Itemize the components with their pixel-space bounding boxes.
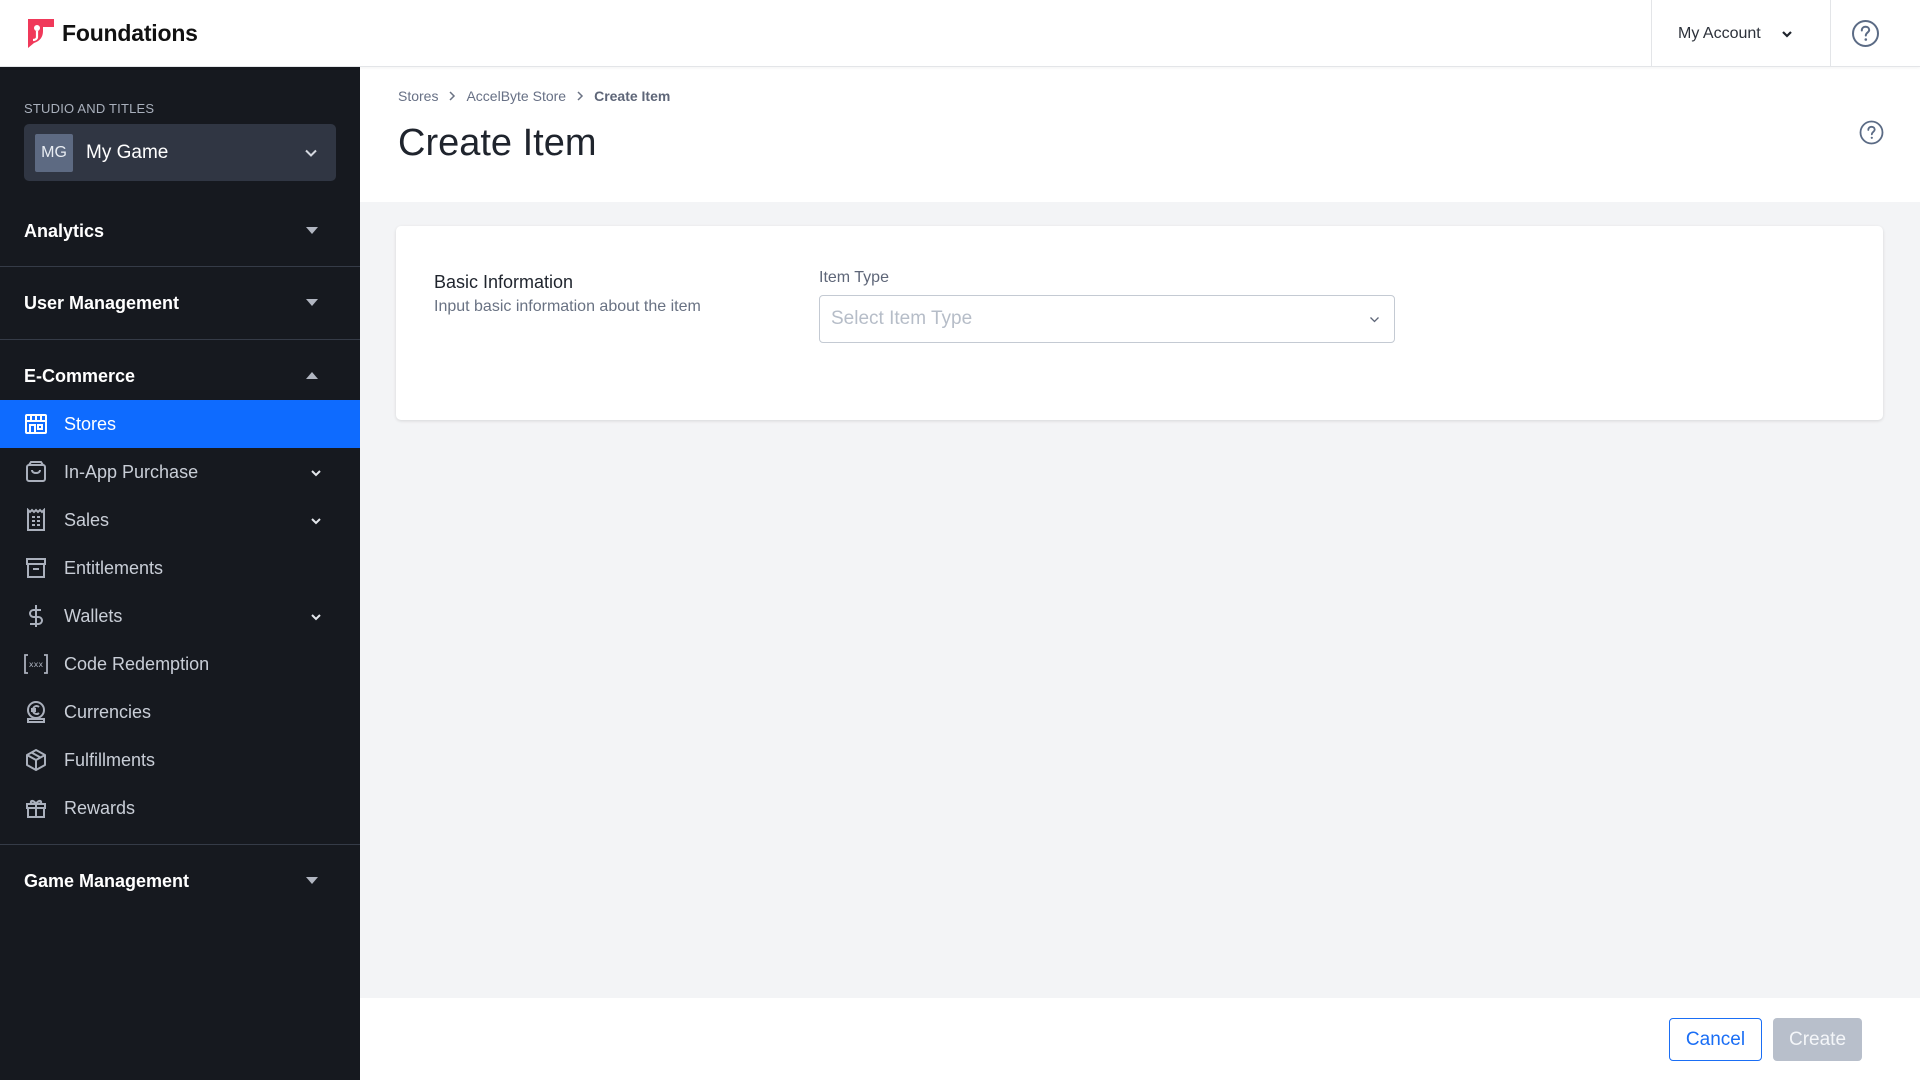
create-button[interactable]: Create xyxy=(1773,1018,1862,1061)
form-footer: Cancel Create xyxy=(360,998,1920,1080)
studio-title-selector[interactable]: MG My Game xyxy=(24,124,336,181)
top-bar: Foundations My Account xyxy=(0,0,1920,67)
nav-group-user-management[interactable]: User Management xyxy=(0,267,360,339)
sidebar-item-entitlements[interactable]: Entitlements xyxy=(0,544,360,592)
sidebar-item-label: Fulfillments xyxy=(64,749,156,770)
sidebar-item-label: Rewards xyxy=(64,797,136,818)
shopping-bag-icon xyxy=(26,461,46,482)
nav-group-game-management[interactable]: Game Management xyxy=(0,845,360,917)
basic-information-card: Basic Information Input basic informatio… xyxy=(396,226,1883,420)
box-icon xyxy=(26,749,46,771)
item-type-select[interactable]: Select Item Type xyxy=(819,295,1395,343)
breadcrumb-accelbyte-store[interactable]: AccelByte Store xyxy=(466,88,566,104)
chevron-down-icon xyxy=(1781,30,1792,38)
section-description: Input basic information about the item xyxy=(434,298,701,315)
studio-avatar: MG xyxy=(35,133,73,172)
sidebar-item-label: Code Redemption xyxy=(64,653,210,674)
my-account-label: My Account xyxy=(1678,24,1761,42)
foundations-logo-icon xyxy=(28,19,54,48)
caret-up-icon xyxy=(306,372,318,379)
sidebar-item-label: Currencies xyxy=(64,701,152,722)
studio-section-label: STUDIO AND TITLES xyxy=(24,101,155,116)
sidebar-item-label: Stores xyxy=(64,413,117,434)
gift-icon xyxy=(26,799,46,818)
page-header: Stores AccelByte Store Create Item Creat… xyxy=(360,67,1920,202)
sidebar-item-label: Entitlements xyxy=(64,557,164,578)
nav-group-label: E-Commerce xyxy=(24,365,136,386)
caret-down-icon xyxy=(306,877,318,884)
item-type-placeholder: Select Item Type xyxy=(831,308,973,329)
archive-icon xyxy=(26,558,46,578)
brand-name: Foundations xyxy=(62,20,198,46)
cancel-button[interactable]: Cancel xyxy=(1669,1018,1762,1061)
store-icon xyxy=(25,414,47,434)
sidebar-item-rewards[interactable]: Rewards xyxy=(0,784,360,832)
breadcrumb: Stores AccelByte Store Create Item xyxy=(398,88,670,104)
sidebar-item-label: In-App Purchase xyxy=(64,461,199,482)
nav-group-analytics[interactable]: Analytics xyxy=(0,195,360,267)
chevron-right-icon xyxy=(449,91,456,101)
sidebar-item-stores[interactable]: Stores xyxy=(0,400,360,448)
section-title: Basic Information xyxy=(434,272,574,292)
caret-down-icon xyxy=(306,227,318,234)
sidebar: STUDIO AND TITLES MG My Game Analytics U… xyxy=(0,67,360,1080)
chevron-down-icon xyxy=(1370,317,1379,323)
chevron-down-icon xyxy=(311,470,321,477)
help-icon[interactable] xyxy=(1859,120,1884,145)
my-account-menu[interactable]: My Account xyxy=(1651,0,1831,67)
chevron-down-icon xyxy=(305,149,317,157)
coin-euro-icon xyxy=(27,701,45,723)
sidebar-item-wallets[interactable]: Wallets xyxy=(0,592,360,640)
item-type-label: Item Type xyxy=(819,269,889,286)
page-title: Create Item xyxy=(398,122,597,164)
nav-group-label: Game Management xyxy=(24,870,190,891)
sidebar-item-label: Wallets xyxy=(64,605,123,626)
sidebar-item-currencies[interactable]: Currencies xyxy=(0,688,360,736)
chevron-right-icon xyxy=(577,91,584,101)
chevron-down-icon xyxy=(311,614,321,621)
nav-group-label: User Management xyxy=(24,292,180,313)
sidebar-item-code-redemption[interactable]: xxx Code Redemption xyxy=(0,640,360,688)
breadcrumb-stores[interactable]: Stores xyxy=(398,88,438,104)
help-icon[interactable] xyxy=(1851,19,1880,48)
caret-down-icon xyxy=(306,299,318,306)
dollar-icon xyxy=(29,605,43,627)
studio-name: My Game xyxy=(86,141,169,163)
brand-logo[interactable]: Foundations xyxy=(28,19,198,48)
chevron-down-icon xyxy=(311,518,321,525)
svg-text:xxx: xxx xyxy=(29,660,43,669)
nav-group-label: Analytics xyxy=(24,220,105,241)
breadcrumb-current: Create Item xyxy=(594,88,671,104)
sidebar-item-sales[interactable]: Sales xyxy=(0,496,360,544)
code-brackets-icon: xxx xyxy=(24,654,48,674)
sidebar-item-label: Sales xyxy=(64,509,110,530)
sidebar-item-in-app-purchase[interactable]: In-App Purchase xyxy=(0,448,360,496)
sidebar-item-fulfillments[interactable]: Fulfillments xyxy=(0,736,360,784)
receipt-icon xyxy=(27,508,45,531)
